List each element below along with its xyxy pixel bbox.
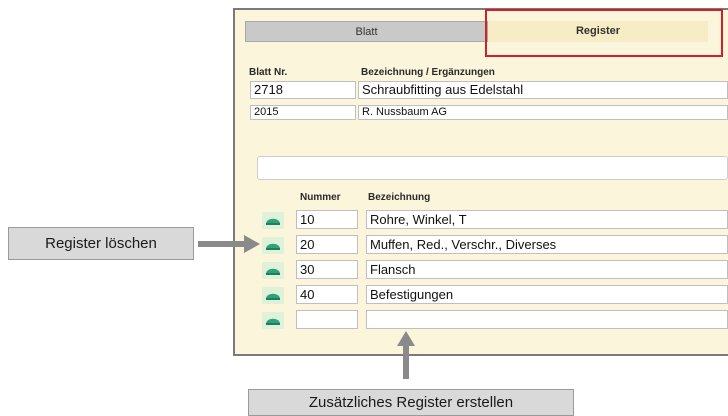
bezeichnung-column-header: Bezeichnung	[368, 192, 431, 203]
register-bezeichnung-field[interactable]: Flansch	[366, 260, 728, 279]
ergaenzung-field[interactable]: R. Nussbaum AG	[358, 105, 728, 120]
register-delete-icon[interactable]	[262, 212, 284, 229]
delete-register-callout: Register löschen	[8, 227, 194, 260]
register-nummer-field[interactable]: 10	[296, 210, 358, 229]
register-delete-icon[interactable]	[262, 287, 284, 304]
arrow-up-icon	[397, 331, 415, 379]
register-title-field[interactable]	[257, 156, 728, 180]
register-delete-icon[interactable]	[262, 262, 284, 279]
register-bezeichnung-field[interactable]: Muffen, Red., Verschr., Diverses	[366, 235, 728, 254]
register-bezeichnung-field[interactable]: Befestigungen	[366, 285, 728, 304]
add-register-callout: Zusätzliches Register erstellen	[248, 389, 574, 416]
tab-blatt[interactable]: Blatt	[245, 21, 488, 42]
blatt-nr-label: Blatt Nr.	[249, 67, 288, 78]
register-nummer-field[interactable]: 30	[296, 260, 358, 279]
register-nummer-field[interactable]: 20	[296, 235, 358, 254]
blatt-nr-field[interactable]: 2718	[250, 81, 356, 99]
year-field[interactable]: 2015	[250, 105, 356, 120]
nummer-column-header: Nummer	[300, 192, 341, 203]
register-nummer-field[interactable]: 40	[296, 285, 358, 304]
register-bezeichnung-field-new[interactable]	[366, 310, 728, 329]
bezeichnung-ergaenzungen-label: Bezeichnung / Ergänzungen	[361, 67, 495, 78]
register-tab-highlight	[485, 9, 723, 57]
register-nummer-field-new[interactable]	[296, 310, 358, 329]
bezeichnung-field[interactable]: Schraubfitting aus Edelstahl	[358, 81, 728, 99]
register-bezeichnung-field[interactable]: Rohre, Winkel, T	[366, 210, 728, 229]
register-delete-icon[interactable]	[262, 237, 284, 254]
register-delete-icon[interactable]	[262, 312, 284, 329]
arrow-right-icon	[198, 235, 260, 253]
